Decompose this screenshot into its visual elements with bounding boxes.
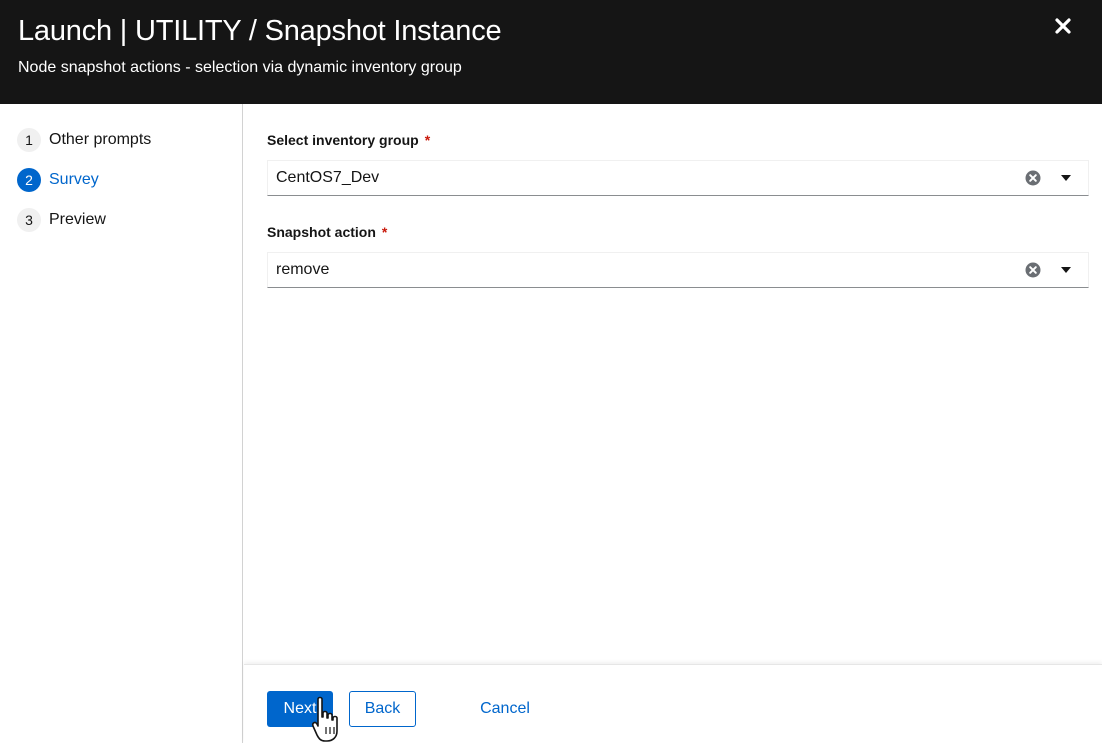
clear-icon[interactable] (1025, 170, 1041, 186)
snapshot-action-label-text: Snapshot action (267, 224, 376, 240)
step-number: 1 (17, 128, 41, 152)
next-button[interactable]: Next (267, 691, 333, 727)
required-mark: * (424, 132, 431, 148)
modal-header: Launch | UTILITY / Snapshot Instance Nod… (0, 0, 1102, 104)
clear-icon[interactable] (1025, 262, 1041, 278)
snapshot-action-label: Snapshot action * (267, 224, 387, 240)
inventory-group-label: Select inventory group * (267, 132, 430, 148)
survey-form: Select inventory group * CentOS7_Dev Snap… (244, 104, 1102, 665)
step-label: Survey (49, 171, 99, 188)
wizard-step-survey[interactable]: 2 Survey (17, 168, 99, 192)
wizard-step-other-prompts[interactable]: 1 Other prompts (17, 128, 151, 152)
modal-title: Launch | UTILITY / Snapshot Instance (18, 15, 502, 47)
inventory-group-select[interactable]: CentOS7_Dev (267, 160, 1089, 196)
step-number: 2 (17, 168, 41, 192)
caret-down-icon[interactable] (1060, 173, 1072, 183)
step-label: Preview (49, 211, 106, 228)
close-icon (1055, 18, 1071, 34)
snapshot-action-select[interactable]: remove (267, 252, 1089, 288)
inventory-group-label-text: Select inventory group (267, 132, 419, 148)
back-button[interactable]: Back (349, 691, 416, 727)
caret-down-icon[interactable] (1060, 265, 1072, 275)
wizard-nav: 1 Other prompts 2 Survey 3 Preview (0, 104, 243, 743)
inventory-group-value: CentOS7_Dev (276, 169, 380, 186)
snapshot-action-value: remove (276, 261, 330, 278)
step-number: 3 (17, 208, 41, 232)
wizard-footer: Next Back Cancel (244, 664, 1102, 743)
modal-subtitle: Node snapshot actions - selection via dy… (18, 59, 462, 76)
wizard-step-preview[interactable]: 3 Preview (17, 208, 106, 232)
close-button[interactable] (1052, 15, 1074, 37)
cancel-button[interactable]: Cancel (465, 691, 545, 727)
required-mark: * (381, 224, 388, 240)
step-label: Other prompts (49, 131, 152, 148)
